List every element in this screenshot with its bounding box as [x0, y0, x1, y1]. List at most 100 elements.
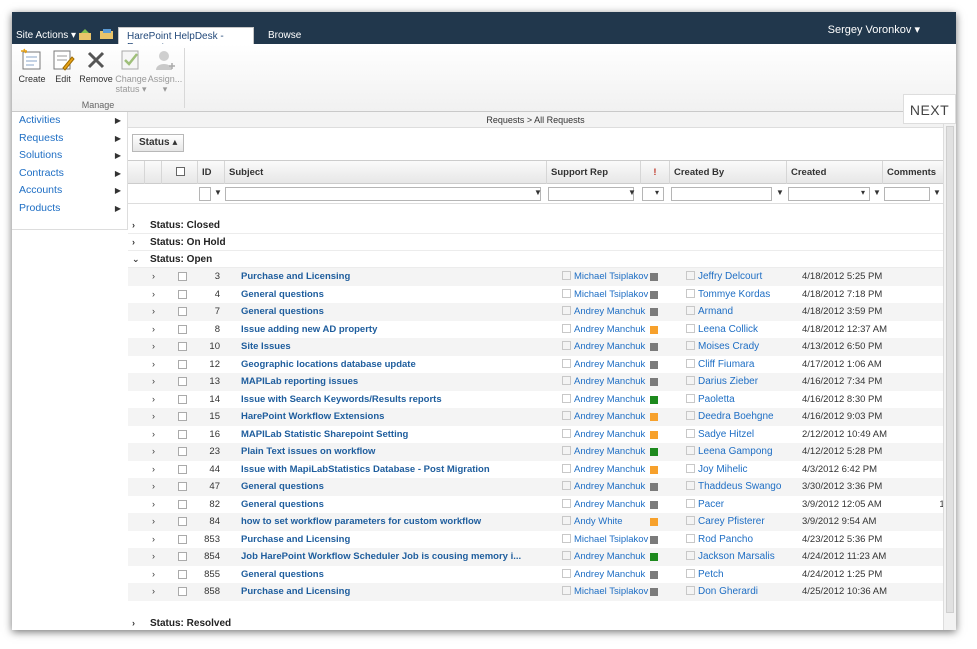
- row-subject-link[interactable]: General questions: [241, 478, 543, 496]
- row-checkbox[interactable]: [178, 324, 187, 334]
- expand-icon[interactable]: ›: [152, 338, 155, 356]
- row-subject-link[interactable]: how to set workflow parameters for custo…: [241, 513, 543, 531]
- header-id[interactable]: ID: [197, 161, 224, 184]
- group-status-open[interactable]: ⌄ Status: Open: [128, 251, 943, 268]
- row-subject-link[interactable]: Site Issues: [241, 338, 543, 356]
- row-checkbox[interactable]: [178, 534, 187, 544]
- row-support-rep[interactable]: Andrey Manchuk: [562, 461, 645, 479]
- filter-created-input[interactable]: [788, 187, 870, 201]
- row-subject-link[interactable]: Geographic locations database update: [241, 356, 543, 374]
- filter-funnel-icon[interactable]: ▼: [214, 188, 222, 197]
- row-created-by[interactable]: Rod Pancho: [686, 531, 753, 549]
- table-row[interactable]: › 854 Job HarePoint Workflow Scheduler Job…: [128, 548, 950, 566]
- collapse-icon[interactable]: ⌄: [132, 251, 140, 268]
- row-support-rep[interactable]: Andrey Manchuk: [562, 338, 645, 356]
- navigate-up-icon[interactable]: [78, 29, 92, 40]
- group-by-status-button[interactable]: Status ▴: [132, 134, 185, 152]
- row-checkbox[interactable]: [178, 412, 187, 421]
- table-row[interactable]: › 855 General questions Andrey Manchuk Petch…: [128, 566, 950, 584]
- table-row[interactable]: › 14 Issue with Search Keywords/Results re…: [128, 391, 950, 409]
- table-row[interactable]: › 84 how to set workflow parameters for cu…: [128, 513, 950, 531]
- row-created-by[interactable]: Petch: [686, 566, 724, 584]
- row-support-rep[interactable]: Andrey Manchuk: [562, 566, 645, 584]
- row-created-by[interactable]: Jeffry Delcourt: [686, 268, 762, 286]
- row-created-by[interactable]: Jackson Marsalis: [686, 548, 775, 566]
- nav-item-requests[interactable]: Requests ▶: [12, 130, 127, 148]
- chevron-down-icon[interactable]: ▾: [655, 188, 659, 197]
- table-row[interactable]: › 853 Purchase and Licensing Michael Tsipla…: [128, 531, 950, 549]
- row-checkbox[interactable]: [178, 359, 187, 369]
- header-subject[interactable]: Subject: [224, 161, 546, 184]
- table-row[interactable]: › 12 Geographic locations database update A…: [128, 356, 950, 374]
- remove-button[interactable]: Remove: [76, 48, 116, 84]
- expand-icon[interactable]: ›: [152, 496, 155, 514]
- expand-icon[interactable]: ›: [152, 478, 155, 496]
- group-status-resolved[interactable]: › Status: Resolved: [128, 615, 943, 630]
- filter-support-rep-input[interactable]: [548, 187, 634, 201]
- header-comments[interactable]: Comments: [882, 161, 943, 184]
- header-created-by[interactable]: Created By: [669, 161, 786, 184]
- table-row[interactable]: › 858 Purchase and Licensing Michael Tsipla…: [128, 583, 950, 601]
- next-button[interactable]: NEXT: [903, 94, 956, 124]
- row-subject-link[interactable]: Purchase and Licensing: [241, 583, 543, 601]
- filter-funnel-icon[interactable]: ▼: [933, 188, 941, 197]
- table-row[interactable]: › 4 General questions Michael Tsiplakov Tomm…: [128, 286, 950, 304]
- table-row[interactable]: › 8 Issue adding new AD property Andrey Man…: [128, 321, 950, 339]
- row-checkbox[interactable]: [178, 499, 187, 509]
- row-created-by[interactable]: Carey Pfisterer: [686, 513, 765, 531]
- row-created-by[interactable]: Leena Gampong: [686, 443, 773, 461]
- row-checkbox[interactable]: [178, 272, 187, 281]
- select-all-checkbox[interactable]: [176, 167, 185, 176]
- row-checkbox[interactable]: [178, 464, 187, 474]
- expand-icon[interactable]: ›: [152, 461, 155, 479]
- row-checkbox[interactable]: [178, 289, 187, 299]
- table-row[interactable]: › 47 General questions Andrey Manchuk Thadde…: [128, 478, 950, 496]
- row-checkbox[interactable]: [178, 394, 187, 404]
- tab-browse[interactable]: Browse: [260, 27, 309, 44]
- table-row[interactable]: › 16 MAPILab Statistic Sharepoint Setting A…: [128, 426, 950, 444]
- filter-funnel-icon[interactable]: ▼: [534, 188, 542, 197]
- expand-icon[interactable]: ›: [132, 217, 135, 234]
- tab-helpdesk-requests[interactable]: HarePoint HelpDesk - Requests: [118, 27, 254, 53]
- row-created-by[interactable]: Thaddeus Swango: [686, 478, 781, 496]
- row-checkbox[interactable]: [178, 552, 187, 561]
- row-created-by[interactable]: Moises Crady: [686, 338, 759, 356]
- row-support-rep[interactable]: Michael Tsiplakov: [562, 531, 648, 549]
- nav-item-contracts[interactable]: Contracts ▶: [12, 165, 127, 183]
- row-support-rep[interactable]: Andrey Manchuk: [562, 548, 645, 566]
- table-row[interactable]: › 82 General questions Andrey Manchuk Pacer 3…: [128, 496, 950, 514]
- row-created-by[interactable]: Darius Zieber: [686, 373, 758, 391]
- row-support-rep[interactable]: Andrey Manchuk: [562, 303, 645, 321]
- row-created-by[interactable]: Cliff Fiumara: [686, 356, 755, 374]
- header-priority-icon[interactable]: !: [640, 161, 669, 184]
- row-checkbox[interactable]: [178, 587, 187, 596]
- expand-icon[interactable]: ›: [152, 391, 155, 409]
- filter-id-input[interactable]: [199, 187, 211, 201]
- row-subject-link[interactable]: Issue adding new AD property: [241, 321, 543, 339]
- row-subject-link[interactable]: HarePoint Workflow Extensions: [241, 408, 543, 426]
- row-created-by[interactable]: Sadye Hitzel: [686, 426, 754, 444]
- edit-page-icon[interactable]: [100, 29, 114, 40]
- row-support-rep[interactable]: Andrey Manchuk: [562, 478, 645, 496]
- row-checkbox[interactable]: [178, 569, 187, 579]
- row-support-rep[interactable]: Andrey Manchuk: [562, 356, 645, 374]
- nav-item-solutions[interactable]: Solutions ▶: [12, 147, 127, 165]
- filter-funnel-icon[interactable]: ▼: [776, 188, 784, 197]
- row-created-by[interactable]: Tommye Kordas: [686, 286, 770, 304]
- row-checkbox[interactable]: [178, 342, 187, 351]
- row-support-rep[interactable]: Michael Tsiplakov: [562, 286, 648, 304]
- expand-icon[interactable]: ›: [152, 583, 155, 601]
- expand-icon[interactable]: ›: [152, 443, 155, 461]
- row-support-rep[interactable]: Andrey Manchuk: [562, 408, 645, 426]
- filter-subject-input[interactable]: [225, 187, 541, 201]
- table-row[interactable]: › 44 Issue with MapiLabStatistics Database…: [128, 461, 950, 479]
- expand-icon[interactable]: ›: [152, 426, 155, 444]
- row-checkbox[interactable]: [178, 307, 187, 316]
- group-status-on-hold[interactable]: › Status: On Hold: [128, 234, 943, 251]
- row-created-by[interactable]: Leena Collick: [686, 321, 758, 339]
- expand-icon[interactable]: ›: [152, 566, 155, 584]
- expand-icon[interactable]: ›: [132, 615, 135, 630]
- row-subject-link[interactable]: MAPILab Statistic Sharepoint Setting: [241, 426, 543, 444]
- row-checkbox[interactable]: [178, 447, 187, 456]
- row-support-rep[interactable]: Michael Tsiplakov: [562, 583, 648, 601]
